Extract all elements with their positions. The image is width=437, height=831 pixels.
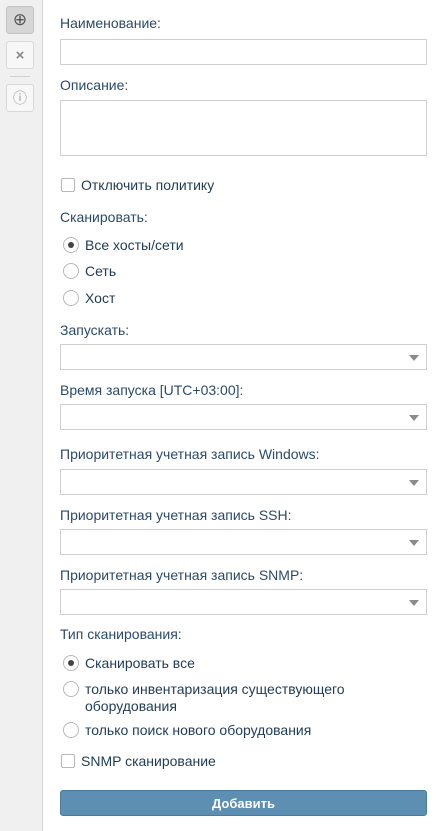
run-label: Запускать: [60, 322, 130, 338]
side-toolbar: ⊕ × ⓘ [0, 0, 43, 831]
chevron-down-icon [409, 540, 419, 546]
scan-type-inventory-label[interactable]: только инвентаризация существующего обор… [85, 681, 345, 715]
snmp-scan-label[interactable]: SNMP сканирование [81, 753, 216, 770]
info-button[interactable]: ⓘ [6, 84, 34, 112]
name-input[interactable] [60, 39, 427, 65]
plus-circle-icon: ⊕ [12, 10, 28, 29]
start-time-label: Время запуска [UTC+03:00]: [60, 382, 244, 398]
add-button[interactable]: ⊕ [6, 6, 34, 34]
ssh-account-select[interactable] [60, 529, 427, 555]
chevron-down-icon [409, 480, 419, 486]
scan-network-radio[interactable] [63, 263, 79, 279]
chevron-down-icon [409, 415, 419, 421]
scan-type-all-label[interactable]: Сканировать все [85, 655, 195, 672]
windows-account-label: Приоритетная учетная запись Windows: [60, 446, 320, 462]
chevron-down-icon [409, 355, 419, 361]
toolbar-divider [10, 76, 30, 77]
info-icon: ⓘ [13, 90, 27, 106]
run-select[interactable] [60, 344, 427, 370]
name-label: Наименование: [60, 15, 161, 31]
scan-type-new-label[interactable]: только поиск нового оборудования [85, 722, 311, 739]
windows-account-select[interactable] [60, 469, 427, 495]
start-time-select[interactable] [60, 404, 427, 430]
scan-type-new-radio[interactable] [63, 722, 79, 738]
snmp-account-select[interactable] [60, 589, 427, 615]
ssh-account-label: Приоритетная учетная запись SSH: [60, 507, 292, 523]
snmp-scan-checkbox[interactable] [61, 754, 75, 768]
scan-host-label[interactable]: Хост [85, 290, 115, 307]
close-button[interactable]: × [6, 41, 34, 69]
scan-host-radio[interactable] [63, 290, 79, 306]
disable-policy-label[interactable]: Отключить политику [81, 177, 214, 194]
scan-all-label[interactable]: Все хосты/сети [85, 237, 184, 254]
scan-type-inventory-radio[interactable] [63, 681, 79, 697]
scan-all-radio[interactable] [63, 237, 79, 253]
scan-type-label: Тип сканирования: [60, 626, 182, 642]
add-submit-button[interactable]: Добавить [60, 790, 427, 816]
snmp-account-label: Приоритетная учетная запись SNMP: [60, 567, 304, 583]
scan-label: Сканировать: [60, 209, 148, 225]
scan-type-inventory-label-line1: только инвентаризация существующего [85, 681, 345, 697]
scan-type-all-radio[interactable] [63, 655, 79, 671]
description-textarea[interactable] [60, 100, 427, 156]
scan-type-inventory-label-line2: оборудования [85, 698, 177, 714]
disable-policy-checkbox[interactable] [61, 178, 75, 192]
close-icon: × [15, 46, 25, 64]
scan-network-label[interactable]: Сеть [85, 263, 116, 280]
chevron-down-icon [409, 600, 419, 606]
description-label: Описание: [60, 77, 129, 93]
